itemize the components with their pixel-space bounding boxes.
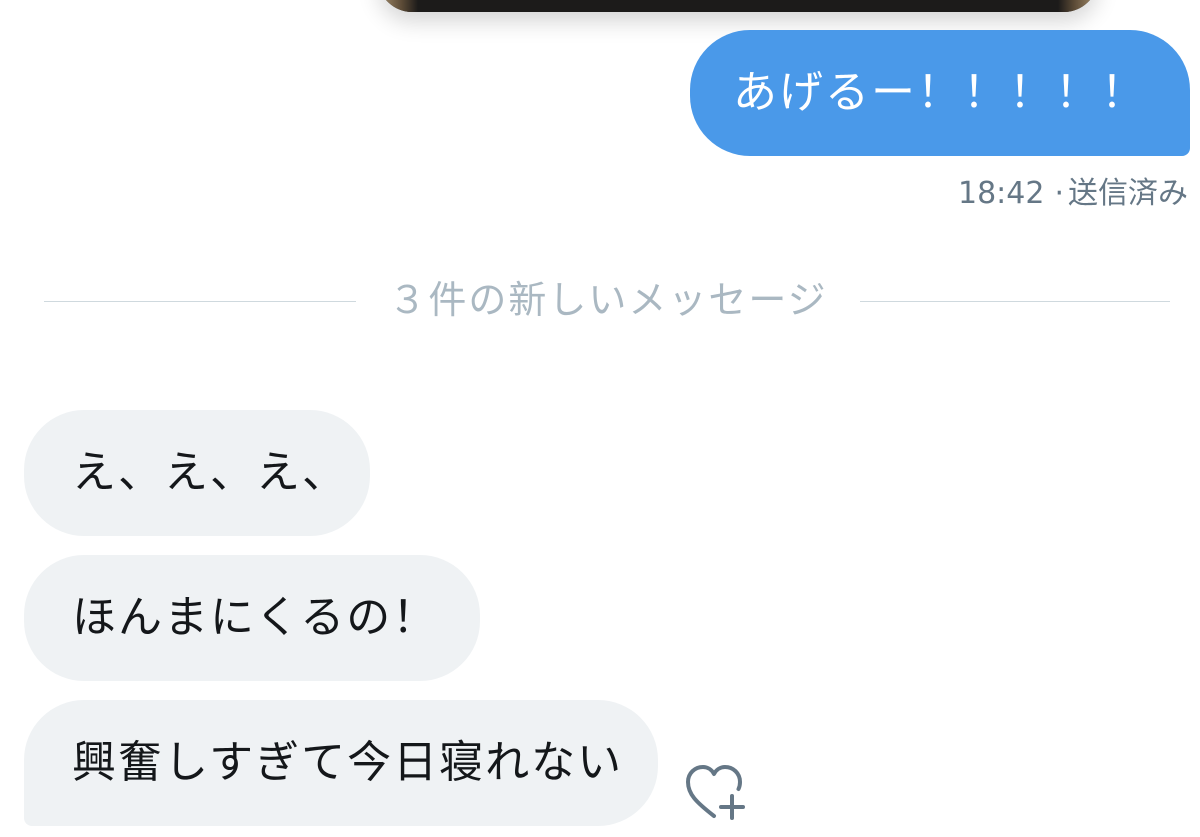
message-status: 送信済み [1068,176,1188,211]
new-messages-label: ３件の新しいメッセージ [388,278,828,322]
meta-separator: · [1054,176,1064,211]
divider-line-left [44,301,356,302]
received-message-bubble[interactable]: え、え、え、 [24,410,370,536]
message-timestamp: 18:42 [957,176,1045,211]
sent-message-bubble[interactable]: あげるー！！！！！ [690,30,1190,156]
sent-message-meta: 18:42 · 送信済み [958,168,1188,212]
new-messages-divider: ３件の新しいメッセージ [44,270,1170,330]
received-message-bubble[interactable]: 興奮しすぎて今日寝れない [24,700,658,826]
media-message[interactable] [378,0,1098,12]
dm-conversation: あげるー！！！！！ 18:42 · 送信済み ３件の新しいメッセージ え、え、え、 … [0,0,1200,837]
heart-plus-icon[interactable] [684,764,748,824]
divider-line-right [860,301,1170,302]
received-message-bubble[interactable]: ほんまにくるの！ [24,555,480,681]
